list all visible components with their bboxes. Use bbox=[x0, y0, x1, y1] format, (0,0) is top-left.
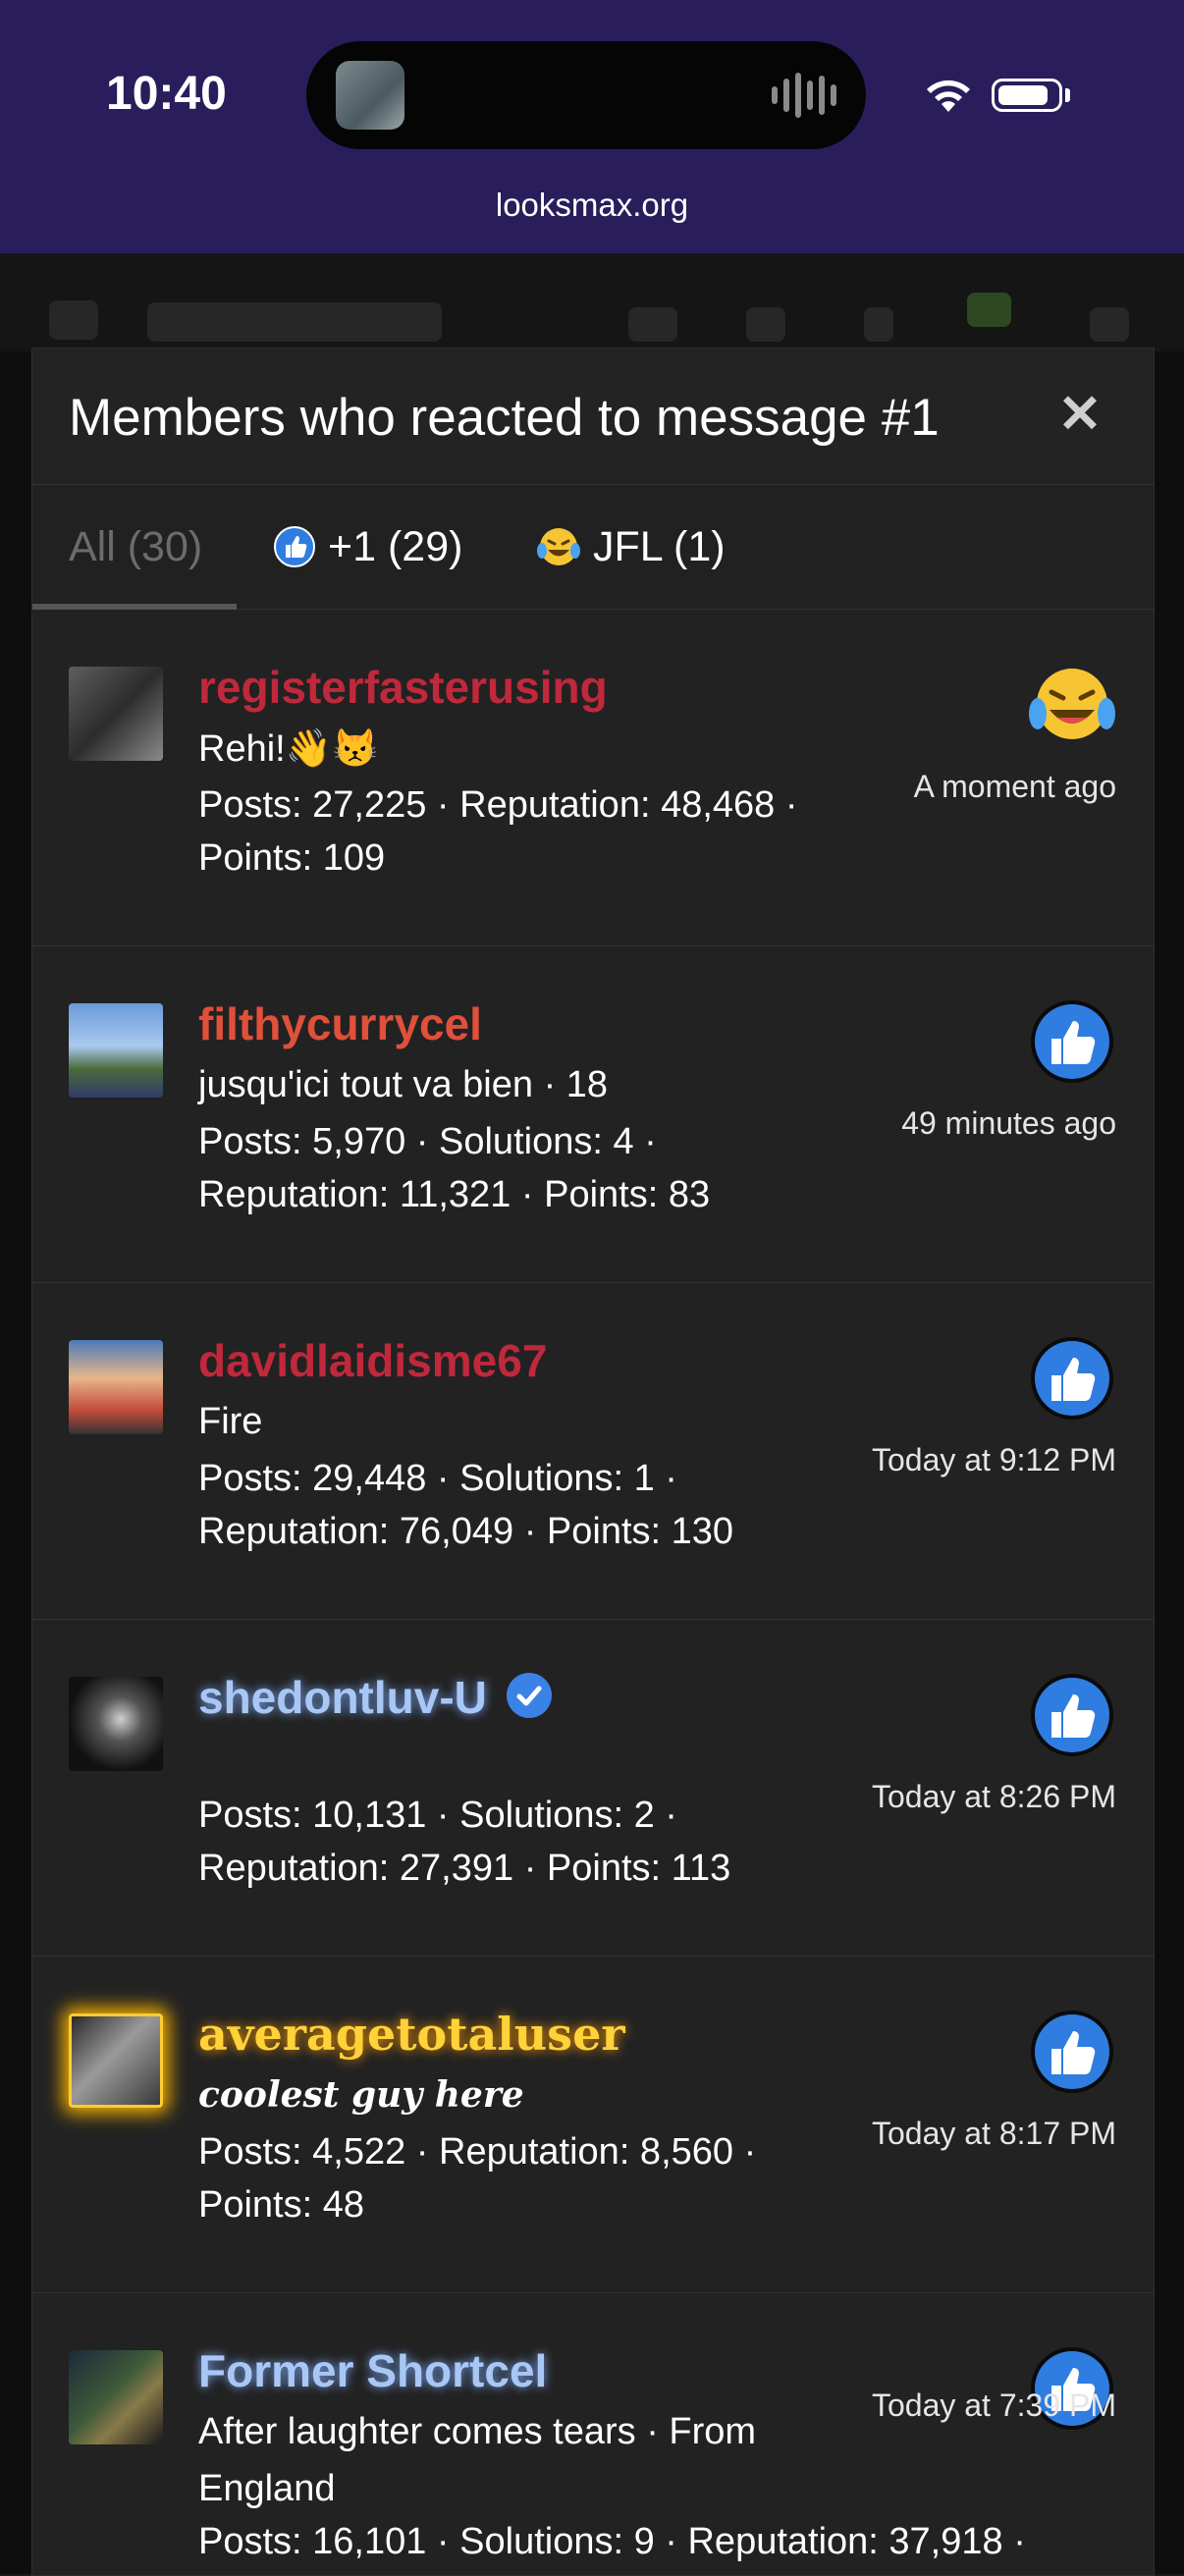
reaction-time[interactable]: Today at 7:39 PM bbox=[872, 2388, 1116, 2424]
username-link[interactable]: filthycurrycel bbox=[198, 997, 482, 1050]
thumbs-up-icon bbox=[1031, 1337, 1113, 1420]
url-bar[interactable]: looksmax.org bbox=[0, 187, 1184, 224]
username-text: shedontluv-U bbox=[198, 1672, 487, 1723]
reaction-time[interactable]: Today at 8:26 PM bbox=[872, 1779, 1116, 1815]
user-stats: Posts: 4,522 · Reputation: 8,560 · Point… bbox=[198, 2125, 866, 2231]
stats-line: Posts: 16,101 · Solutions: 9 · Reputatio… bbox=[198, 2521, 1026, 2562]
user-stats: Posts: 10,131 · Solutions: 2 · Reputatio… bbox=[198, 1789, 866, 1895]
user-title: coolest guy here bbox=[198, 2074, 524, 2116]
site-nav-dimmed bbox=[0, 253, 1184, 351]
thumbs-up-icon bbox=[274, 526, 315, 567]
stats-line: Posts: 29,448 · Solutions: 1 · bbox=[198, 1458, 677, 1499]
thumbs-up-icon bbox=[1031, 2011, 1113, 2093]
modal-title: Members who reacted to message #1 bbox=[69, 389, 940, 447]
clock: 10:40 bbox=[106, 68, 227, 120]
user-title: After laughter comes tears · From bbox=[198, 2411, 757, 2452]
user-title: Rehi!👋😾 bbox=[198, 728, 379, 770]
wifi-icon bbox=[927, 80, 970, 112]
tab-thumbs-up[interactable]: +1 (29) bbox=[273, 485, 462, 609]
battery-cap bbox=[1065, 88, 1070, 102]
stats-line: Posts: 4,522 · Reputation: 8,560 · bbox=[198, 2131, 757, 2173]
tab-all-label: All (30) bbox=[69, 522, 203, 570]
stats-line: Reputation: 27,391 · Points: 113 bbox=[198, 1848, 731, 1889]
user-stats: Posts: 29,448 · Solutions: 1 · Reputatio… bbox=[198, 1452, 866, 1558]
laughing-crying-icon bbox=[537, 528, 580, 565]
laughing-crying-icon bbox=[1029, 669, 1115, 739]
username-link[interactable]: registerfasterusing bbox=[198, 661, 608, 714]
list-item[interactable]: filthycurrycel jusqu'ici tout va bien · … bbox=[32, 946, 1154, 1283]
reaction-time[interactable]: 49 minutes ago bbox=[901, 1105, 1116, 1142]
stats-line: Points: 109 bbox=[198, 837, 386, 879]
thumbs-up-icon bbox=[1031, 1674, 1113, 1756]
verified-badge-icon bbox=[506, 1672, 552, 1718]
now-playing-thumbnail bbox=[336, 61, 404, 130]
user-title: Fire bbox=[198, 1401, 263, 1442]
thumbs-up-icon bbox=[1031, 1000, 1113, 1083]
status-bar: 10:40 looksmax.org bbox=[0, 0, 1184, 253]
stats-line: Points: 48 bbox=[198, 2184, 364, 2226]
reaction-time[interactable]: Today at 8:17 PM bbox=[872, 2116, 1116, 2152]
stats-line: England bbox=[198, 2468, 336, 2509]
user-stats: England Posts: 16,101 · Solutions: 9 · R… bbox=[198, 2462, 1082, 2568]
stats-line: Posts: 27,225 · Reputation: 48,468 · bbox=[198, 784, 798, 826]
reaction-time[interactable]: Today at 9:12 PM bbox=[872, 1442, 1116, 1478]
close-icon[interactable]: ✕ bbox=[1055, 388, 1104, 441]
tab-all[interactable]: All (30) bbox=[69, 485, 202, 609]
list-item[interactable]: registerfasterusing Rehi!👋😾 Posts: 27,22… bbox=[32, 610, 1154, 946]
stats-line: Reputation: 76,049 · Points: 130 bbox=[198, 1511, 734, 1552]
modal-header: Members who reacted to message #1 ✕ bbox=[32, 349, 1154, 485]
reaction-tabs: All (30) +1 (29) JFL (1) bbox=[32, 485, 1154, 610]
user-stats: Posts: 5,970 · Solutions: 4 · Reputation… bbox=[198, 1115, 866, 1221]
username-link[interactable]: shedontluv-U bbox=[198, 1671, 552, 1724]
tab-jfl-label: JFL (1) bbox=[593, 522, 726, 570]
avatar[interactable] bbox=[69, 667, 163, 761]
username-link[interactable]: davidlaidisme67 bbox=[198, 1334, 547, 1387]
avatar[interactable] bbox=[69, 1003, 163, 1098]
list-item[interactable]: shedontluv-U Posts: 10,131 · Solutions: … bbox=[32, 1620, 1154, 1957]
avatar[interactable] bbox=[69, 1677, 163, 1771]
avatar[interactable] bbox=[69, 2013, 163, 2108]
stats-line: Posts: 5,970 · Solutions: 4 · bbox=[198, 1121, 657, 1162]
list-item[interactable]: davidlaidisme67 Fire Posts: 29,448 · Sol… bbox=[32, 1283, 1154, 1620]
avatar[interactable] bbox=[69, 1340, 163, 1434]
avatar[interactable] bbox=[69, 2350, 163, 2444]
reactions-modal: Members who reacted to message #1 ✕ All … bbox=[31, 348, 1155, 2576]
user-stats: Posts: 27,225 · Reputation: 48,468 · Poi… bbox=[198, 778, 866, 885]
audio-waveform-icon bbox=[772, 71, 836, 120]
user-title: jusqu'ici tout va bien · 18 bbox=[198, 1064, 609, 1105]
list-item[interactable]: averagetotaluser coolest guy here Posts:… bbox=[32, 1957, 1154, 2293]
list-item[interactable]: Former Shortcel After laughter comes tea… bbox=[32, 2293, 1154, 2575]
username-link[interactable]: averagetotaluser bbox=[198, 2008, 625, 2061]
battery-icon bbox=[992, 79, 1062, 112]
tab-jfl[interactable]: JFL (1) bbox=[536, 485, 726, 609]
tab-thumbs-up-label: +1 (29) bbox=[328, 522, 463, 570]
username-link[interactable]: Former Shortcel bbox=[198, 2344, 547, 2397]
stats-line: Posts: 10,131 · Solutions: 2 · bbox=[198, 1795, 677, 1836]
dynamic-island bbox=[306, 41, 866, 149]
reaction-time[interactable]: A moment ago bbox=[914, 769, 1116, 805]
stats-line: Reputation: 11,321 · Points: 83 bbox=[198, 1174, 711, 1215]
